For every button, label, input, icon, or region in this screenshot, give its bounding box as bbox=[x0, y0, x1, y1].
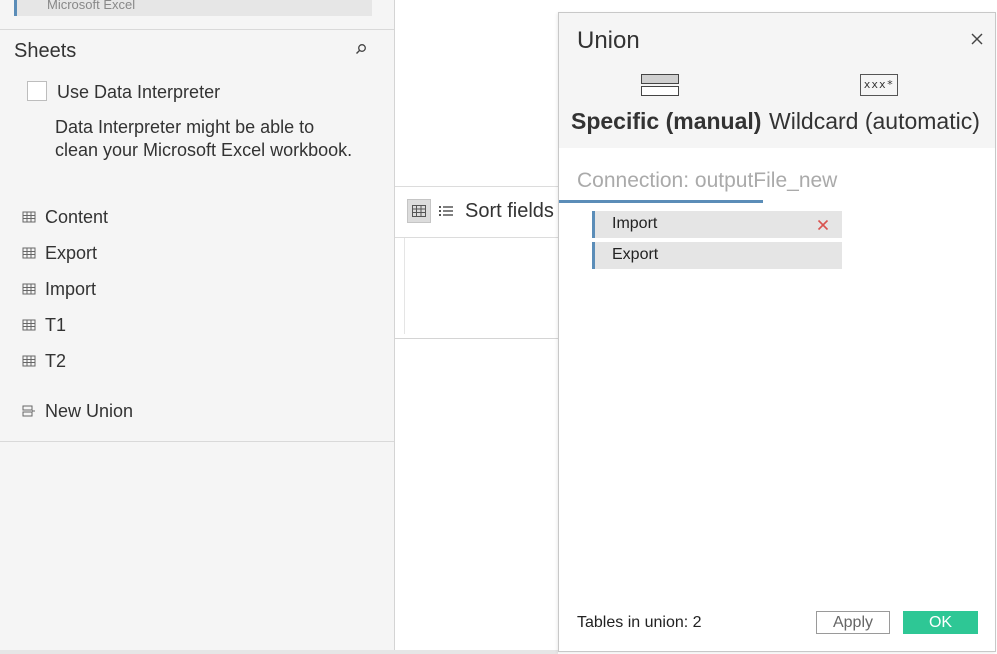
sort-fields-dropdown[interactable]: Sort fields bbox=[465, 200, 554, 223]
stacked-tables-icon bbox=[641, 73, 679, 102]
divider bbox=[395, 338, 565, 339]
sheet-item-t2[interactable]: T2 bbox=[22, 349, 66, 373]
sheet-label: Export bbox=[45, 242, 98, 263]
tab-label: Specific (manual) bbox=[571, 108, 762, 134]
union-dialog: Union Specific (manual) xxx* Wildcard (a… bbox=[558, 12, 996, 652]
tab-label: Wildcard (automatic) bbox=[769, 108, 980, 134]
data-source-panel: Microsoft Excel Sheets Use Data Interpre… bbox=[0, 0, 395, 654]
table-label: Import bbox=[612, 215, 658, 232]
union-icon bbox=[22, 404, 36, 418]
table-icon bbox=[22, 318, 36, 332]
sheet-label: Content bbox=[45, 206, 109, 227]
table-icon bbox=[22, 210, 36, 224]
table-icon bbox=[22, 246, 36, 260]
sheet-item-import[interactable]: Import bbox=[22, 277, 96, 301]
new-union-item[interactable]: New Union bbox=[22, 399, 133, 423]
search-icon[interactable] bbox=[355, 43, 367, 58]
sheet-label: Import bbox=[45, 278, 97, 299]
sheet-item-export[interactable]: Export bbox=[22, 241, 97, 265]
sheets-title: Sheets bbox=[14, 40, 77, 62]
divider bbox=[395, 237, 565, 238]
grid-view-button[interactable] bbox=[407, 199, 431, 223]
table-icon bbox=[22, 282, 36, 296]
union-table-row[interactable]: Import bbox=[592, 211, 842, 238]
union-table-row[interactable]: Export bbox=[592, 242, 842, 269]
tab-wildcard-automatic[interactable]: xxx* Wildcard (automatic) bbox=[763, 68, 995, 148]
divider bbox=[0, 29, 394, 30]
data-interpreter-label[interactable]: Use Data Interpreter bbox=[57, 82, 220, 103]
tab-specific-manual[interactable]: Specific (manual) bbox=[559, 68, 763, 203]
divider bbox=[404, 238, 405, 334]
grid-icon bbox=[412, 205, 426, 217]
data-interpreter-checkbox[interactable] bbox=[27, 81, 47, 101]
sheet-label: T2 bbox=[45, 350, 67, 371]
close-icon[interactable] bbox=[969, 31, 985, 47]
table-label: Export bbox=[612, 246, 659, 263]
data-interpreter-description: Data Interpreter might be able to clean … bbox=[55, 117, 353, 160]
active-tab-indicator bbox=[559, 200, 763, 203]
bottom-scrollbar[interactable] bbox=[0, 650, 558, 654]
apply-button[interactable]: Apply bbox=[816, 611, 890, 634]
divider bbox=[0, 441, 394, 442]
new-union-label: New Union bbox=[45, 400, 134, 421]
list-view-button[interactable] bbox=[438, 203, 454, 219]
dialog-title: Union bbox=[577, 27, 640, 54]
connection-label: Connection: outputFile_new bbox=[577, 169, 838, 192]
divider bbox=[395, 186, 565, 187]
list-icon bbox=[439, 206, 453, 216]
ok-button[interactable]: OK bbox=[903, 611, 978, 634]
tables-count: Tables in union: 2 bbox=[577, 614, 702, 631]
table-icon bbox=[22, 354, 36, 368]
remove-icon[interactable] bbox=[817, 218, 829, 231]
sheet-label: T1 bbox=[45, 314, 67, 335]
sheet-item-content[interactable]: Content bbox=[22, 205, 108, 229]
wildcard-icon: xxx* bbox=[860, 74, 898, 96]
connection-chip[interactable]: Microsoft Excel bbox=[14, 0, 372, 16]
sheet-item-t1[interactable]: T1 bbox=[22, 313, 66, 337]
